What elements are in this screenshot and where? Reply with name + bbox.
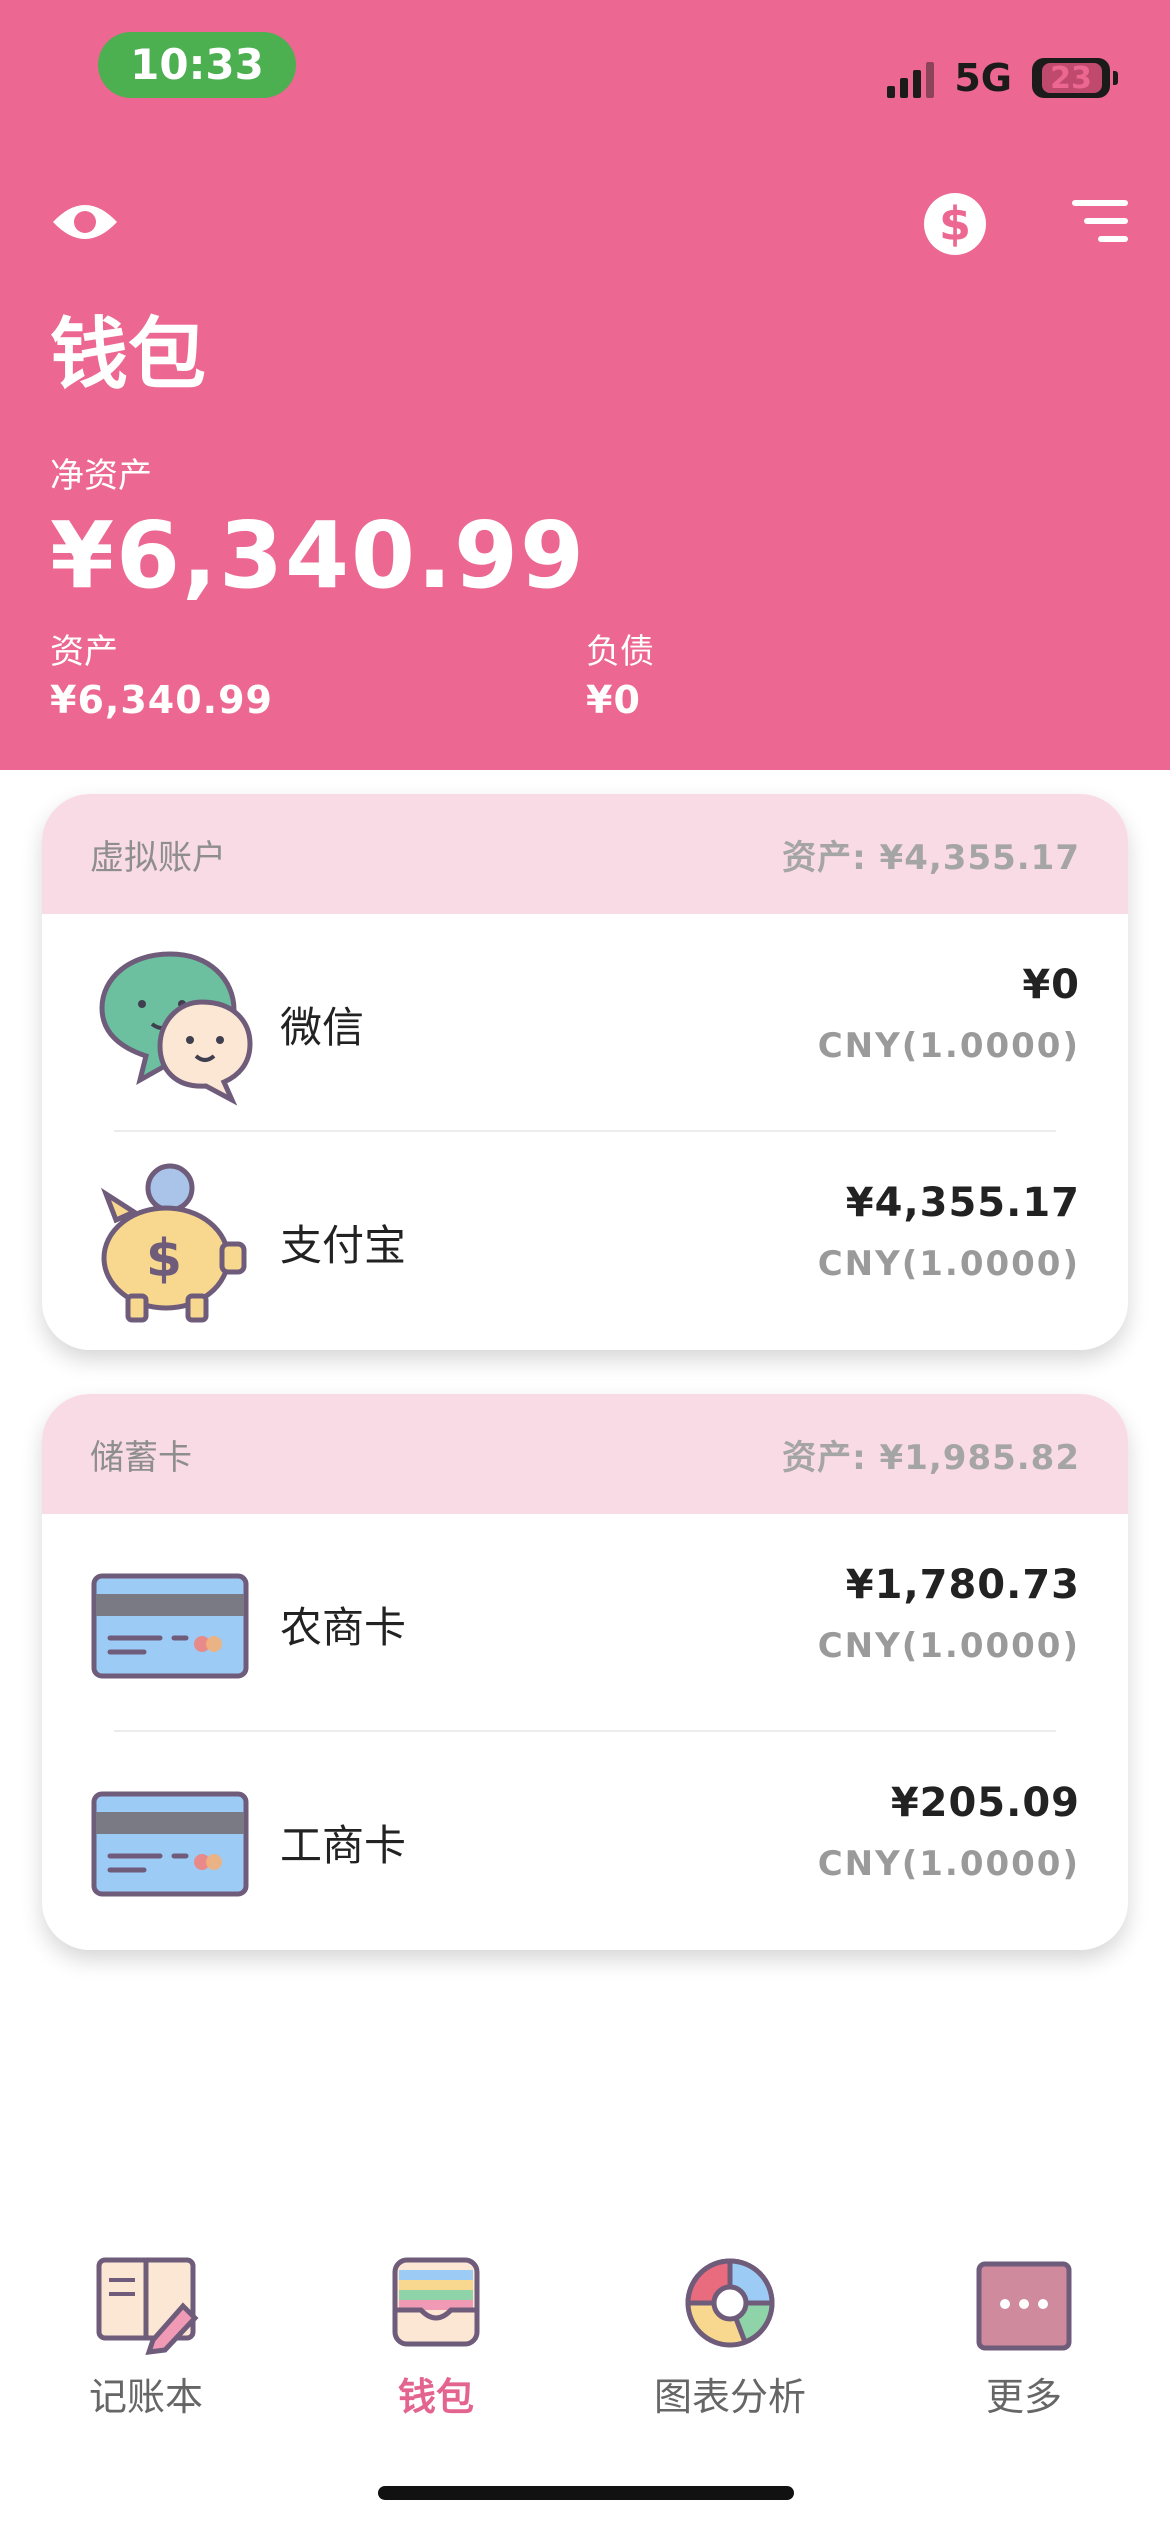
account-group-card: 虚拟账户 资产: ¥4,355.17 微信 ¥0 CNY(1.0000) $ 支…: [42, 794, 1128, 1350]
account-amount: ¥0: [1022, 962, 1080, 1008]
filter-icon[interactable]: [1068, 200, 1128, 248]
ledger-book-icon: [96, 2257, 199, 2355]
status-icons: 5G 23: [887, 48, 1118, 108]
tab-label: 更多: [985, 2375, 1062, 2419]
account-name: 农商卡: [280, 1603, 407, 1652]
account-currency-rate: CNY(1.0000): [817, 1244, 1080, 1284]
group-header[interactable]: 储蓄卡 资产: ¥1,985.82: [42, 1394, 1128, 1514]
account-currency-rate: CNY(1.0000): [817, 1626, 1080, 1666]
tab-more[interactable]: 更多: [924, 2230, 1124, 2430]
status-time: 10:33: [98, 32, 296, 98]
tab-label: 图表分析: [653, 2375, 806, 2419]
account-amount: ¥4,355.17: [845, 1180, 1080, 1226]
account-amount: ¥205.09: [890, 1780, 1080, 1826]
chat-bubbles-icon: [99, 951, 253, 1106]
account-name: 微信: [280, 1003, 365, 1052]
piggy-bank-icon: $: [100, 1163, 247, 1323]
account-row[interactable]: 微信 ¥0 CNY(1.0000): [42, 914, 1128, 1132]
group-name: 虚拟账户: [90, 837, 226, 878]
tab-ledger[interactable]: 记账本: [46, 2230, 246, 2430]
net-assets-label: 净资产: [50, 456, 152, 496]
wallet-icon: [392, 2257, 480, 2347]
battery-icon: 23: [1032, 58, 1118, 98]
account-currency-rate: CNY(1.0000): [817, 1026, 1080, 1066]
group-header[interactable]: 虚拟账户 资产: ¥4,355.17: [42, 794, 1128, 914]
tab-charts[interactable]: 图表分析: [630, 2230, 830, 2430]
net-assets-value: ¥6,340.99: [50, 502, 586, 609]
tab-label: 钱包: [397, 2375, 474, 2419]
group-assets: 资产: ¥1,985.82: [782, 1437, 1080, 1478]
tab-label: 记账本: [88, 2375, 203, 2419]
account-currency-rate: CNY(1.0000): [817, 1844, 1080, 1884]
assets-label: 资产: [50, 632, 118, 672]
bank-card-icon: [91, 1573, 249, 1679]
account-row[interactable]: 农商卡 ¥1,780.73 CNY(1.0000): [42, 1514, 1128, 1732]
assets-value: ¥6,340.99: [50, 678, 273, 722]
svg-text:$: $: [146, 1229, 182, 1289]
dollar-icon[interactable]: $: [924, 193, 986, 255]
account-name: 支付宝: [280, 1221, 407, 1270]
tab-wallet[interactable]: 钱包: [336, 2230, 536, 2430]
account-row[interactable]: 工商卡 ¥205.09 CNY(1.0000): [42, 1732, 1128, 1950]
group-assets: 资产: ¥4,355.17: [782, 837, 1080, 878]
liabilities-label: 负债: [586, 632, 654, 672]
more-icon: [976, 2261, 1072, 2351]
group-name: 储蓄卡: [90, 1437, 192, 1478]
eye-icon[interactable]: [50, 196, 120, 248]
battery-level: 23: [1050, 60, 1092, 96]
account-amount: ¥1,780.73: [845, 1562, 1080, 1608]
home-indicator: [378, 2486, 794, 2500]
page-title: 钱包: [50, 310, 207, 400]
network-type: 5G: [954, 56, 1012, 100]
wallet-header: 10:33 5G 23 $ 钱包 净资产 ¥6,340.99 资产 ¥6,340…: [0, 0, 1170, 770]
account-row[interactable]: $ 支付宝 ¥4,355.17 CNY(1.0000): [42, 1132, 1128, 1350]
account-group-card: 储蓄卡 资产: ¥1,985.82 农商卡 ¥1,780.73 CNY(1.00…: [42, 1394, 1128, 1950]
liabilities-value: ¥0: [586, 678, 641, 722]
bottom-tab-bar: 记账本 钱包 图表分析 更多: [0, 2230, 1170, 2430]
account-name: 工商卡: [280, 1821, 407, 1870]
pie-chart-icon: [685, 2258, 775, 2348]
signal-icon: [887, 58, 935, 98]
bank-card-icon: [91, 1791, 249, 1897]
